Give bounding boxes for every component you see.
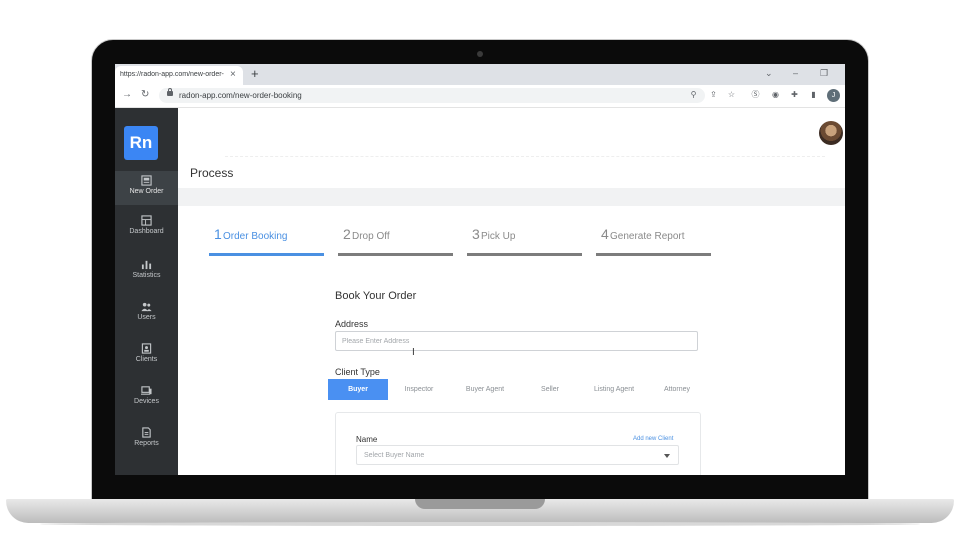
sidebar-item-dashboard[interactable]: Dashboard bbox=[115, 211, 178, 245]
chevron-down-icon bbox=[664, 454, 670, 458]
header-band bbox=[178, 188, 845, 206]
bookmark-star-icon[interactable]: ☆ bbox=[727, 90, 736, 99]
buyer-name-select[interactable]: Select Buyer Name bbox=[356, 445, 679, 465]
header-divider bbox=[225, 156, 825, 157]
sidebar-item-label: Statistics bbox=[132, 272, 161, 279]
select-placeholder: Select Buyer Name bbox=[364, 452, 425, 459]
address-bar[interactable]: radon-app.com/new-order-booking bbox=[159, 88, 705, 103]
sidebar-item-label: Dashboard bbox=[129, 228, 164, 235]
lock-icon bbox=[167, 88, 173, 96]
text-cursor-icon: I bbox=[412, 347, 415, 358]
sidebar: Rn New Order Dashboard Statistics Users … bbox=[115, 108, 178, 475]
sidebar-item-label: Clients bbox=[135, 356, 158, 363]
address-label: Address bbox=[335, 319, 369, 329]
step-number: 4 bbox=[601, 226, 609, 242]
step-label: Pick Up bbox=[481, 231, 516, 242]
clients-icon bbox=[141, 343, 152, 354]
reports-icon bbox=[142, 427, 151, 438]
forward-icon[interactable]: → bbox=[122, 89, 132, 100]
name-label: Name bbox=[356, 435, 378, 444]
app-logo[interactable]: Rn bbox=[124, 126, 158, 160]
form-title: Book Your Order bbox=[335, 290, 417, 302]
dashboard-icon bbox=[141, 215, 152, 226]
camera-icon bbox=[477, 51, 483, 57]
sidebar-item-devices[interactable]: Devices bbox=[115, 381, 178, 415]
client-type-buyer-agent[interactable]: Buyer Agent bbox=[453, 379, 517, 400]
sidebar-item-label: Devices bbox=[134, 398, 159, 405]
step-label: Generate Report bbox=[610, 231, 685, 242]
profile-avatar[interactable]: J bbox=[827, 89, 840, 102]
tab-search-icon[interactable]: ⌄ bbox=[765, 68, 773, 79]
url-text: radon-app.com/new-order-booking bbox=[179, 91, 302, 100]
user-avatar[interactable] bbox=[819, 121, 843, 145]
client-type-listing-agent[interactable]: Listing Agent bbox=[583, 379, 645, 400]
add-new-client-link[interactable]: Add new Client bbox=[633, 436, 673, 442]
address-input[interactable] bbox=[335, 331, 698, 351]
client-type-attorney[interactable]: Attorney bbox=[651, 379, 703, 400]
browser-tab[interactable]: https://radon-app.com/new-order-booking … bbox=[115, 66, 243, 85]
side-panel-icon[interactable]: ▮ bbox=[809, 90, 818, 99]
tab-title: https://radon-app.com/new-order-booking bbox=[120, 71, 224, 78]
sidebar-item-label: Users bbox=[137, 314, 156, 321]
browser-tabstrip: https://radon-app.com/new-order-booking … bbox=[115, 64, 845, 85]
sidebar-item-new-order[interactable]: New Order bbox=[115, 171, 178, 205]
reload-icon[interactable]: ↻ bbox=[141, 89, 149, 100]
users-icon bbox=[141, 302, 152, 312]
minimize-icon[interactable]: – bbox=[793, 68, 798, 78]
extension-icon[interactable]: ◉ bbox=[771, 90, 780, 99]
step-pick-up[interactable]: 3 Pick Up bbox=[467, 224, 582, 256]
devices-icon bbox=[141, 386, 152, 395]
restore-icon[interactable]: ❐ bbox=[820, 68, 828, 79]
sidebar-item-clients[interactable]: Clients bbox=[115, 339, 178, 373]
page-title: Process bbox=[190, 166, 234, 180]
step-label: Drop Off bbox=[352, 231, 390, 242]
bar-chart-icon bbox=[141, 260, 152, 270]
client-type-label: Client Type bbox=[335, 367, 380, 377]
client-type-inspector[interactable]: Inspector bbox=[391, 379, 447, 400]
new-order-icon bbox=[141, 175, 152, 186]
screen: https://radon-app.com/new-order-booking … bbox=[115, 64, 845, 475]
step-order-booking[interactable]: 1 Order Booking bbox=[209, 224, 324, 256]
sidebar-item-statistics[interactable]: Statistics bbox=[115, 255, 178, 289]
buyer-card bbox=[335, 412, 701, 475]
share-icon[interactable]: ⇪ bbox=[709, 90, 718, 99]
extensions-puzzle-icon[interactable]: ✚ bbox=[790, 90, 799, 99]
sidebar-item-label: Reports bbox=[134, 440, 159, 447]
step-number: 1 bbox=[214, 226, 222, 242]
location-icon[interactable]: ⚲ bbox=[689, 90, 698, 99]
laptop-notch bbox=[415, 499, 545, 509]
laptop-shadow bbox=[40, 522, 920, 526]
skype-extension-icon[interactable]: Ⓢ bbox=[751, 90, 760, 99]
sidebar-item-label: New Order bbox=[129, 188, 164, 195]
tab-close-icon[interactable]: × bbox=[230, 69, 236, 80]
sidebar-item-reports[interactable]: Reports bbox=[115, 423, 178, 457]
step-label: Order Booking bbox=[223, 231, 288, 242]
client-type-seller[interactable]: Seller bbox=[523, 379, 577, 400]
new-tab-button[interactable]: + bbox=[251, 66, 259, 81]
step-generate-report[interactable]: 4 Generate Report bbox=[596, 224, 711, 256]
browser-toolbar: → ↻ radon-app.com/new-order-booking ⚲ ⇪ … bbox=[115, 85, 845, 108]
client-type-buyer[interactable]: Buyer bbox=[328, 379, 388, 400]
step-number: 2 bbox=[343, 226, 351, 242]
sidebar-item-users[interactable]: Users bbox=[115, 297, 178, 331]
step-number: 3 bbox=[472, 226, 480, 242]
step-drop-off[interactable]: 2 Drop Off bbox=[338, 224, 453, 256]
